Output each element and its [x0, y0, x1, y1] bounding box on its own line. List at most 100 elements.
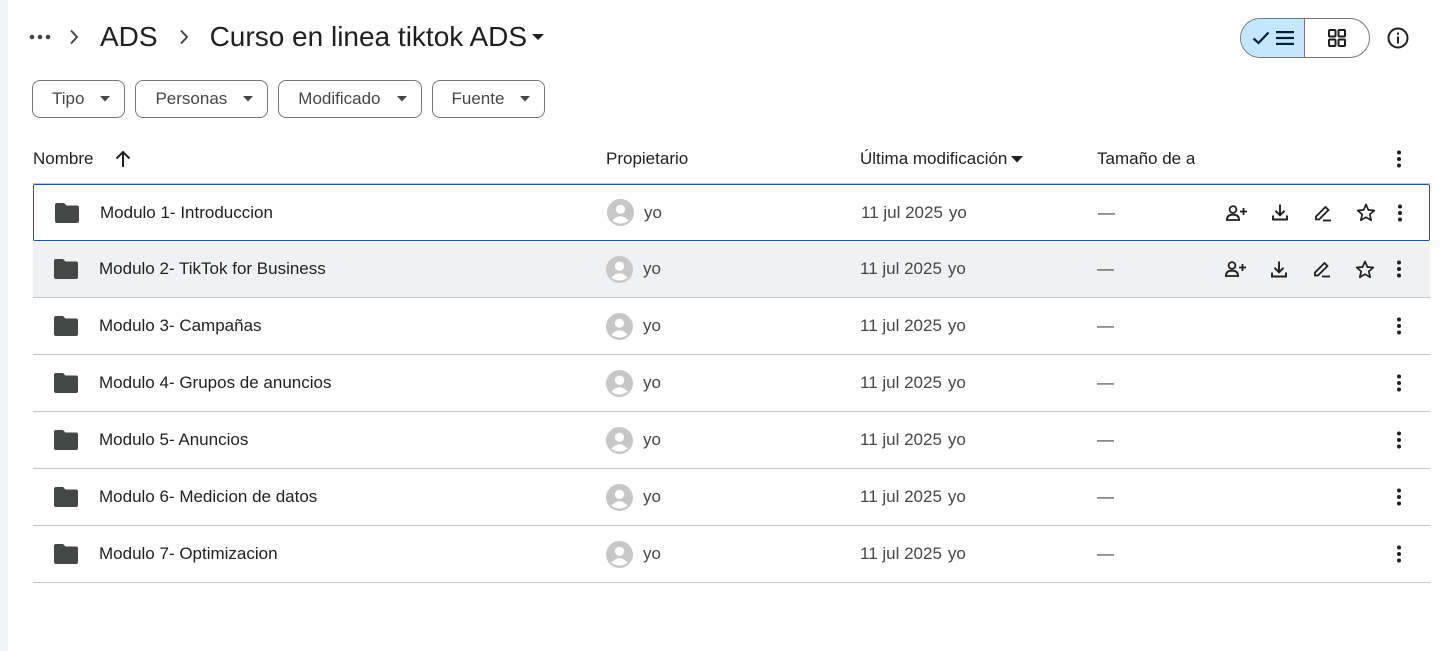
breadcrumb: ADS Curso en linea tiktok ADS [26, 14, 545, 60]
table-row[interactable]: Modulo 3- Campañas yo 11 jul 2025 yo — [33, 298, 1430, 355]
row-more-button[interactable] [1385, 298, 1413, 354]
folder-icon [54, 185, 80, 240]
filter-people[interactable]: Personas [135, 80, 269, 118]
filter-type-label: Tipo [52, 89, 85, 108]
owner-cell: yo [606, 412, 661, 468]
header: ADS Curso en linea tiktok ADS [8, 0, 1445, 76]
file-size: — [1097, 430, 1114, 449]
table-row[interactable]: Modulo 5- Anuncios yo 11 jul 2025 yo — [33, 412, 1430, 469]
file-name: Modulo 7- Optimizacion [99, 544, 278, 563]
row-more-button[interactable] [1385, 412, 1413, 468]
modified-by: yo [947, 544, 966, 563]
caret-down-icon [100, 96, 111, 102]
row-more-button[interactable] [1385, 526, 1413, 582]
more-vert-icon [1397, 150, 1401, 168]
file-name: Modulo 6- Medicion de datos [99, 487, 318, 506]
file-name: Modulo 1- Introduccion [100, 202, 273, 222]
breadcrumb-item-ads[interactable]: ADS [94, 21, 164, 53]
caret-down-icon [520, 96, 531, 102]
filter-type[interactable]: Tipo [32, 80, 126, 118]
filter-modified[interactable]: Modificado [278, 80, 422, 118]
owner-name: yo [643, 430, 661, 449]
filter-source[interactable]: Fuente [431, 80, 546, 118]
rename-button[interactable] [1301, 193, 1344, 233]
owner-cell: yo [606, 298, 661, 354]
arrow-up-icon [116, 150, 131, 167]
download-button[interactable] [1258, 193, 1301, 233]
grid-view-button[interactable] [1305, 19, 1369, 57]
column-owner[interactable]: Propietario [606, 134, 688, 184]
chevron-right-icon [164, 29, 204, 45]
account-circle-icon [606, 483, 633, 511]
owner-cell: yo [606, 469, 661, 525]
table-row[interactable]: Modulo 4- Grupos de anuncios yo 11 jul 2… [33, 355, 1430, 412]
chevron-right-icon [54, 29, 94, 45]
filter-chips: Tipo Personas Modificado Fuente [32, 80, 546, 118]
owner-cell: yo [606, 241, 661, 297]
more-vert-icon [1397, 317, 1401, 335]
more-vert-icon [1397, 488, 1401, 506]
owner-cell: yo [606, 526, 661, 582]
share-button[interactable] [1215, 193, 1258, 233]
filter-people-label: Personas [155, 89, 228, 108]
rename-button[interactable] [1300, 249, 1343, 289]
star-button[interactable] [1344, 193, 1387, 233]
column-name[interactable]: Nombre [33, 134, 131, 184]
row-actions [1215, 185, 1387, 240]
modified-cell: 11 jul 2025 yo [860, 412, 966, 468]
file-name: Modulo 3- Campañas [99, 316, 262, 335]
column-modified-label: Última modificación [860, 149, 1008, 168]
edit-icon [1313, 261, 1330, 278]
row-more-button[interactable] [1385, 241, 1413, 297]
modified-cell: 11 jul 2025 yo [860, 298, 966, 354]
person-add-icon [1224, 261, 1246, 277]
row-more-button[interactable] [1385, 469, 1413, 525]
sort-direction-button[interactable] [115, 150, 131, 168]
folder-icon [53, 412, 79, 468]
caret-down-icon [243, 96, 254, 102]
column-size[interactable]: Tamaño de a [1097, 134, 1195, 184]
download-button[interactable] [1257, 249, 1300, 289]
table-row[interactable]: Modulo 7- Optimizacion yo 11 jul 2025 yo… [33, 526, 1430, 583]
modified-by: yo [947, 373, 966, 392]
folder-icon [53, 355, 79, 411]
current-folder-title: Curso en linea tiktok ADS [209, 21, 528, 52]
file-name: Modulo 2- TikTok for Business [99, 259, 326, 278]
table-row[interactable]: Modulo 1- Introduccion yo 11 jul 2025 yo… [33, 184, 1430, 241]
modified-by: yo [948, 202, 967, 222]
column-modified[interactable]: Última modificación [860, 134, 1024, 184]
view-toggle [1240, 18, 1370, 58]
column-size-label: Tamaño de a [1097, 149, 1195, 168]
file-name: Modulo 5- Anuncios [99, 430, 249, 449]
owner-name: yo [644, 202, 662, 222]
table-header: Nombre Propietario Última modificación T… [33, 134, 1430, 184]
breadcrumb-current-folder[interactable]: Curso en linea tiktok ADS [204, 21, 546, 53]
filter-modified-label: Modificado [298, 89, 381, 108]
modified-by: yo [947, 487, 966, 506]
list-view-button[interactable] [1241, 19, 1305, 57]
row-more-button[interactable] [1386, 185, 1414, 240]
star-button[interactable] [1343, 249, 1386, 289]
modified-date: 11 jul 2025 [860, 259, 942, 278]
owner-cell: yo [606, 355, 661, 411]
info-icon [1387, 27, 1409, 49]
account-circle-icon [606, 312, 633, 340]
modified-date: 11 jul 2025 [861, 202, 943, 222]
drive-panel: ADS Curso en linea tiktok ADS Tipo Perso… [8, 0, 1445, 651]
breadcrumb-more-button[interactable] [26, 23, 54, 51]
column-options-button[interactable] [1387, 134, 1411, 184]
modified-date: 11 jul 2025 [860, 373, 942, 392]
modified-date: 11 jul 2025 [860, 316, 942, 335]
file-size: — [1098, 202, 1115, 222]
table-row[interactable]: Modulo 6- Medicion de datos yo 11 jul 20… [33, 469, 1430, 526]
caret-down-icon [396, 96, 407, 102]
share-button[interactable] [1214, 249, 1257, 289]
modified-cell: 11 jul 2025 yo [860, 241, 966, 297]
check-icon [1252, 31, 1269, 45]
table-row[interactable]: Modulo 2- TikTok for Business yo 11 jul … [33, 241, 1430, 298]
owner-name: yo [643, 259, 661, 278]
folder-icon [53, 298, 79, 354]
row-more-button[interactable] [1385, 355, 1413, 411]
details-button[interactable] [1382, 22, 1414, 54]
star-icon [1355, 260, 1374, 278]
